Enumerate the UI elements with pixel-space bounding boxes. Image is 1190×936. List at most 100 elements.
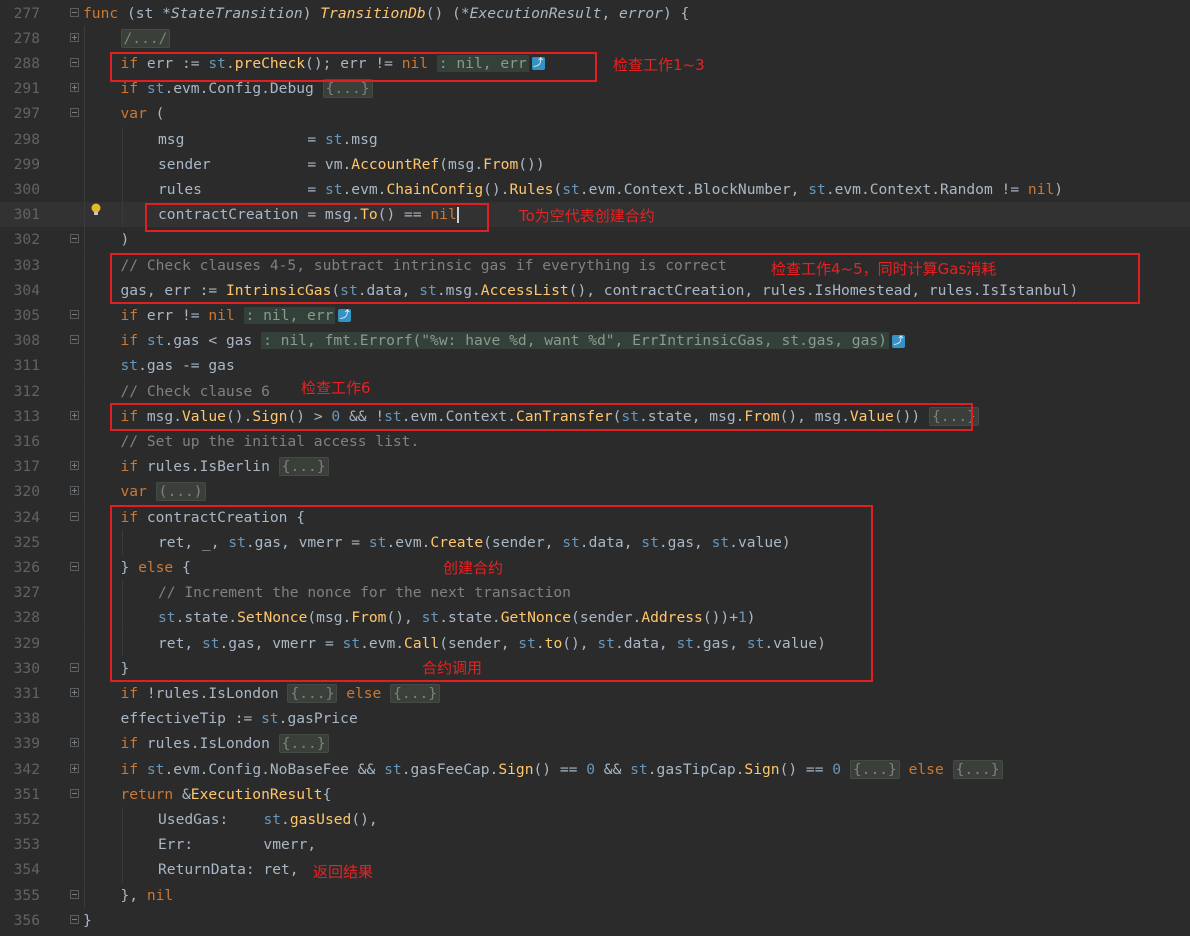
line-number: 329 <box>13 634 40 652</box>
line-number: 338 <box>13 710 40 728</box>
line-number: 316 <box>13 432 40 450</box>
code-line[interactable]: 299 sender = vm.AccountRef(msg.From()) <box>0 151 1190 177</box>
code-line[interactable]: 342 if st.evm.Config.NoBaseFee && st.gasF… <box>0 756 1190 782</box>
fold-toggle-icon[interactable] <box>70 662 79 672</box>
code-line[interactable]: 305 if err != nil : nil, err ⤴ <box>0 302 1190 329</box>
code-token: err != <box>138 306 209 324</box>
code-line[interactable]: 354 ReturnData: ret, <box>0 857 1190 883</box>
indent-guide <box>84 731 85 757</box>
folded-region[interactable]: /.../ <box>120 28 171 48</box>
folded-region[interactable]: {...} <box>278 734 329 754</box>
code-line[interactable]: 308 if st.gas < gas : nil, fmt.Errorf("%w… <box>0 328 1190 354</box>
fold-toggle-icon[interactable] <box>70 7 79 17</box>
indent-guide <box>84 302 85 329</box>
code-token: .evm.Config.Debug <box>164 80 323 98</box>
indent-guide <box>84 202 85 228</box>
folded-region[interactable]: {...} <box>278 457 329 477</box>
code-token: st <box>146 760 165 778</box>
fold-toggle-icon[interactable] <box>70 32 79 42</box>
code-line[interactable]: 331 if !rules.IsLondon {...} else {...} <box>0 680 1190 707</box>
code-line[interactable]: 300 rules = st.evm.ChainConfig().Rules(st… <box>0 176 1190 203</box>
code-line[interactable]: 311 st.gas -= gas <box>0 353 1190 379</box>
code-line[interactable]: 356} <box>0 908 1190 933</box>
indent-guide <box>84 706 85 732</box>
code-token: if <box>120 306 139 324</box>
code-line[interactable]: 278 /.../ <box>0 25 1190 51</box>
fold-toggle-icon[interactable] <box>70 561 79 571</box>
jump-to-return-icon[interactable]: ⤴ <box>338 309 352 323</box>
line-number: 301 <box>13 206 40 224</box>
code-token: rules = <box>158 180 325 198</box>
inlay-hint: : nil, err <box>243 306 336 324</box>
code-line[interactable]: 316 // Set up the initial access list. <box>0 428 1190 455</box>
code-token: . <box>281 810 290 828</box>
fold-toggle-icon[interactable] <box>70 788 79 798</box>
fold-toggle-icon[interactable] <box>70 461 79 471</box>
fold-toggle-icon[interactable] <box>70 914 79 924</box>
fold-toggle-icon[interactable] <box>70 410 79 420</box>
lightbulb-icon[interactable] <box>90 203 102 217</box>
code-text: Err: vmerr, <box>158 832 316 857</box>
code-token: .gasTipCap. <box>647 760 745 778</box>
indent-guide <box>84 806 85 833</box>
code-line[interactable]: 317 if rules.IsBerlin {...} <box>0 454 1190 480</box>
fold-toggle-icon[interactable] <box>70 511 79 521</box>
indent-guide <box>84 353 85 379</box>
line-number: 354 <box>13 861 40 879</box>
code-token: From <box>483 155 519 173</box>
fold-toggle-icon[interactable] <box>70 486 79 496</box>
code-line[interactable]: 352 UsedGas: st.gasUsed(), <box>0 806 1190 833</box>
code-token: StateTransition <box>170 4 303 22</box>
line-number: 352 <box>13 810 40 828</box>
code-text: rules = st.evm.ChainConfig().Rules(st.ev… <box>158 177 1063 202</box>
code-line[interactable]: 320 var (...) <box>0 479 1190 505</box>
code-line[interactable]: 298 msg = st.msg <box>0 126 1190 152</box>
code-line[interactable]: 338 effectiveTip := st.gasPrice <box>0 706 1190 732</box>
indent-guide <box>84 580 85 606</box>
line-number: 320 <box>13 483 40 501</box>
code-token: sender = vm. <box>158 155 352 173</box>
folded-region[interactable]: {...} <box>287 683 338 703</box>
folded-region[interactable]: (...) <box>155 482 206 502</box>
code-token: var <box>120 105 147 123</box>
code-token: func <box>83 4 119 22</box>
fold-toggle-icon[interactable] <box>70 83 79 93</box>
code-text: effectiveTip := st.gasPrice <box>121 706 358 731</box>
code-line[interactable]: 297 var ( <box>0 101 1190 127</box>
code-line[interactable]: 355}, nil <box>0 882 1190 908</box>
fold-toggle-icon[interactable] <box>70 57 79 67</box>
fold-toggle-icon[interactable] <box>70 738 79 748</box>
fold-toggle-icon[interactable] <box>70 108 79 118</box>
code-text: if st.gas < gas : nil, fmt.Errorf("%w: h… <box>121 328 905 353</box>
code-token: if <box>120 684 139 702</box>
fold-toggle-icon[interactable] <box>70 889 79 899</box>
folded-region[interactable]: {...} <box>849 759 900 779</box>
code-line[interactable]: 353 Err: vmerr, <box>0 832 1190 858</box>
indent-guide <box>84 25 85 51</box>
indent-guide <box>121 857 123 883</box>
code-text: // Check clause 6 <box>121 379 270 404</box>
folded-region[interactable]: {...} <box>390 683 441 703</box>
code-token: nil <box>146 886 174 904</box>
folded-region[interactable]: {...} <box>952 759 1003 779</box>
fold-toggle-icon[interactable] <box>70 335 79 345</box>
fold-toggle-icon[interactable] <box>70 687 79 697</box>
fold-toggle-icon[interactable] <box>70 234 79 244</box>
code-line[interactable]: 312 // Check clause 6 <box>0 378 1190 404</box>
code-line[interactable]: 351 return &ExecutionResult{ <box>0 781 1190 807</box>
code-token: .evm. <box>342 180 387 198</box>
jump-to-return-icon[interactable]: ⤴ <box>891 334 905 348</box>
code-token: // Check clause 6 <box>120 382 270 400</box>
fold-toggle-icon[interactable] <box>70 763 79 773</box>
annotation-check-4-5: 检查工作4~5，同时计算Gas消耗 <box>771 260 997 278</box>
code-line[interactable]: 339 if rules.IsLondon {...} <box>0 731 1190 757</box>
fold-toggle-icon[interactable] <box>70 309 79 319</box>
line-number: 278 <box>13 29 40 47</box>
code-line[interactable]: 277 func (st *StateTransition) Transition… <box>0 1 1190 26</box>
code-token: () (* <box>425 4 470 22</box>
code-editor[interactable]: 277 func (st *StateTransition) Transition… <box>0 0 1190 936</box>
line-number: 277 <box>13 4 40 22</box>
annotation-return: 返回结果 <box>313 863 374 881</box>
line-number: 339 <box>13 735 40 753</box>
